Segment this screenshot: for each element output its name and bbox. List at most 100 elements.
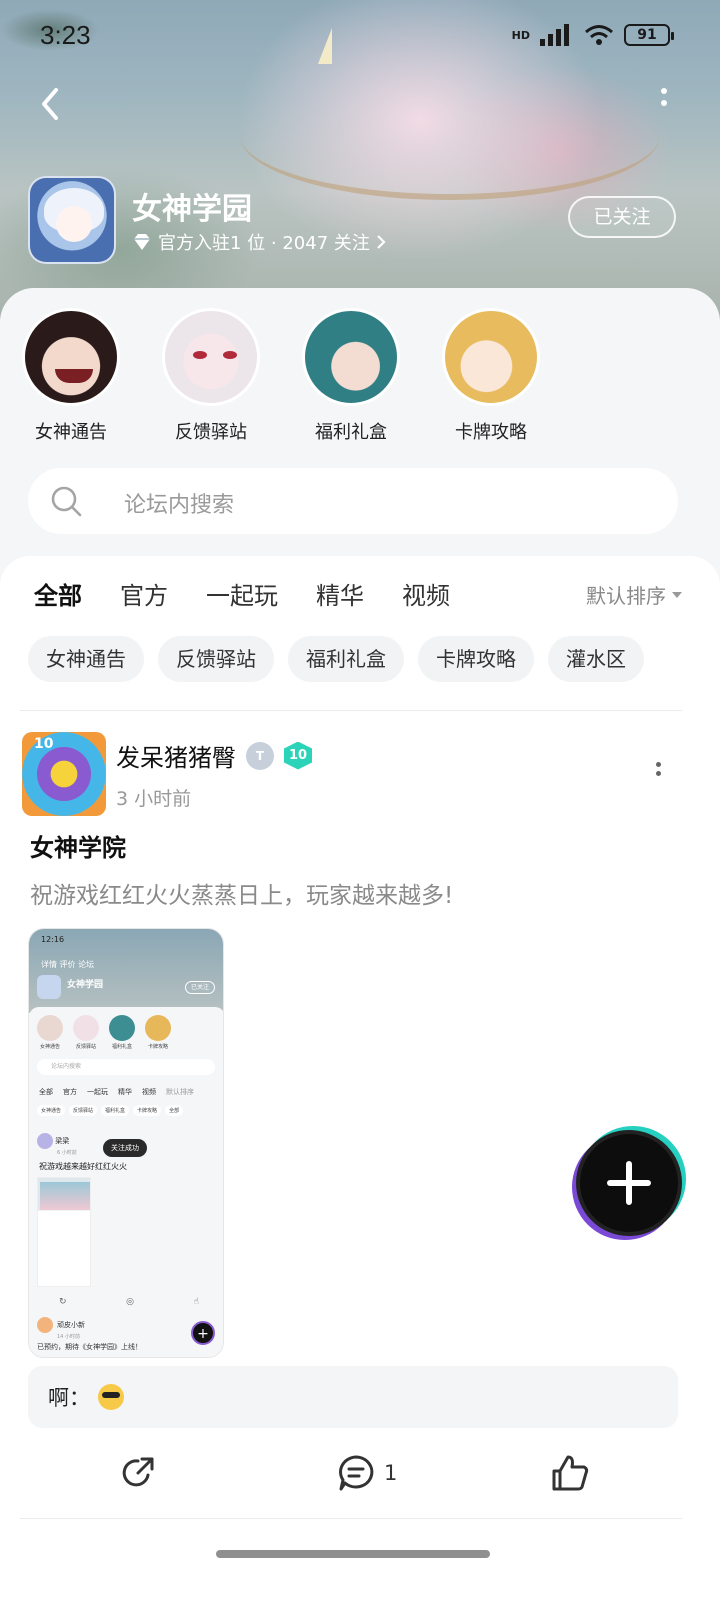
- share-icon: [122, 1457, 154, 1487]
- thumb-chips: 女神通告 反馈驿站 福利礼盒 卡牌攻略 全部: [37, 1105, 184, 1116]
- post-author-name[interactable]: 发呆猪猪臀: [116, 738, 236, 773]
- search-icon: [51, 486, 82, 517]
- category-shortcut-card-guide[interactable]: 卡牌攻略: [436, 308, 546, 444]
- chip-feedback[interactable]: 反馈驿站: [158, 636, 274, 682]
- tab-video[interactable]: 视频: [402, 576, 450, 611]
- divider: [20, 1518, 682, 1519]
- thumb-chip: 反馈驿站: [69, 1105, 98, 1116]
- thumb-tab: 全部: [39, 1088, 53, 1096]
- post-image[interactable]: 12:16 详情 评价 论坛 女神学园 已关注 女神通告 反馈驿站 福利礼盒 卡…: [28, 928, 224, 1358]
- thumb-logo: [37, 975, 61, 999]
- thumb-share-icon: ↻: [59, 1297, 67, 1307]
- thumb-time: 12:16: [41, 935, 65, 944]
- chip-gifts[interactable]: 福利礼盒: [288, 636, 404, 682]
- thumb-inner-image: [37, 1177, 91, 1287]
- status-bar: 3:23 HD 91: [0, 0, 720, 70]
- forum-search-input[interactable]: 论坛内搜索: [28, 468, 678, 534]
- thumb-post-time: 6 小时前: [57, 1150, 77, 1156]
- category-label: 女神通告: [35, 422, 107, 443]
- category-label: 反馈驿站: [175, 422, 247, 443]
- post-author-avatar[interactable]: 10: [22, 732, 106, 816]
- follow-button[interactable]: 已关注: [568, 196, 676, 238]
- forum-title: 女神学园: [132, 192, 252, 227]
- thumb-tab: 默认排序: [166, 1088, 194, 1096]
- thumb-comment-avatar: [37, 1317, 53, 1333]
- thumb-inner-pic: [40, 1182, 90, 1210]
- thumb-post-line: 祝游戏越来越好红红火火: [39, 1162, 127, 1171]
- category-shortcuts: 女神通告 反馈驿站 福利礼盒 卡牌攻略: [0, 308, 720, 448]
- comment-button[interactable]: 1: [336, 1448, 397, 1498]
- more-options-button[interactable]: [654, 88, 674, 128]
- banner-hammock-illustration: [240, 70, 660, 200]
- category-avatar: [162, 308, 260, 406]
- level-badge: 10: [284, 741, 312, 770]
- thumb-comment: 顽皮小新 14 小时前 已预约，期待《女神学园》上线！: [37, 1317, 142, 1352]
- thumb-toast: 关注成功: [103, 1139, 147, 1157]
- thumb-circle-item: 反馈驿站: [73, 1015, 99, 1050]
- thumb-circle-label: 反馈驿站: [75, 1044, 96, 1050]
- post-title[interactable]: 女神学院: [30, 828, 126, 863]
- thumb-like-icon: ☝: [193, 1297, 199, 1307]
- like-button[interactable]: [550, 1448, 590, 1498]
- post-author-row: 发呆猪猪臀 T 10: [116, 738, 312, 773]
- tab-all[interactable]: 全部: [34, 576, 82, 611]
- feed-tabs: 全部 官方 一起玩 精华 视频: [34, 576, 450, 611]
- thumb-comment-text: 已预约，期待《女神学园》上线！: [37, 1343, 142, 1351]
- tab-featured[interactable]: 精华: [316, 576, 364, 611]
- post-body[interactable]: 祝游戏红红火火蒸蒸日上，玩家越来越多!: [30, 876, 453, 910]
- tab-play-together[interactable]: 一起玩: [206, 576, 278, 611]
- thumb-comment-time: 14 小时前: [57, 1334, 80, 1340]
- tab-official[interactable]: 官方: [120, 576, 168, 611]
- dot-icon: [655, 771, 661, 776]
- signal-icon: [540, 24, 569, 46]
- chip-notice[interactable]: 女神通告: [28, 636, 144, 682]
- thumb-comment-icon: ◎: [126, 1297, 134, 1307]
- comment-icon: [339, 1455, 374, 1491]
- forum-meta-link[interactable]: 官方入驻1 位 · 2047 关注: [132, 229, 386, 255]
- chip-chat[interactable]: 灌水区: [548, 636, 644, 682]
- comment-preview[interactable]: 啊：: [28, 1366, 678, 1428]
- category-avatar: [302, 308, 400, 406]
- thumb-follow: 已关注: [185, 981, 215, 994]
- status-icons: HD 91: [512, 24, 674, 46]
- thumb-chip: 全部: [165, 1105, 184, 1116]
- search-placeholder: 论坛内搜索: [124, 493, 235, 518]
- thumb-circle-label: 福利礼盒: [111, 1044, 132, 1050]
- section-chips: 女神通告 反馈驿站 福利礼盒 卡牌攻略 灌水区: [28, 636, 644, 682]
- thumb-tab: 一起玩: [87, 1088, 108, 1096]
- post-timestamp: 3 小时前: [116, 788, 192, 810]
- forum-logo: [28, 176, 116, 264]
- sort-label: 默认排序: [586, 584, 666, 608]
- thumb-circle: [73, 1015, 99, 1041]
- comment-count: 1: [384, 1461, 398, 1485]
- chip-card-guide[interactable]: 卡牌攻略: [418, 636, 534, 682]
- thumb-tabs: 全部 官方 一起玩 精华 视频 默认排序: [39, 1087, 194, 1097]
- thumbs-up-icon: [552, 1455, 589, 1491]
- thumb-circle-label: 女神通告: [39, 1044, 60, 1050]
- share-button[interactable]: [118, 1448, 158, 1498]
- plus-icon: [607, 1161, 651, 1205]
- create-post-button[interactable]: [580, 1134, 678, 1232]
- category-shortcut-gifts[interactable]: 福利礼盒: [296, 308, 406, 444]
- post-feed: 全部 官方 一起玩 精华 视频 默认排序 女神通告 反馈驿站 福利礼盒 卡牌攻略…: [0, 556, 720, 1600]
- thumb-circles: 女神通告 反馈驿站 福利礼盒 卡牌攻略: [37, 1015, 171, 1050]
- thumb-tab: 视频: [142, 1088, 156, 1096]
- category-shortcut-notice[interactable]: 女神通告: [16, 308, 126, 444]
- forum-header-banner: 3:23 HD 91 女神学园 官方入驻1 位 · 2047 关注 已关注: [0, 0, 720, 320]
- category-shortcut-feedback[interactable]: 反馈驿站: [156, 308, 266, 444]
- forum-content-sheet: 女神通告 反馈驿站 福利礼盒 卡牌攻略 论坛内搜索 全部 官方 一起玩 精华 视…: [0, 288, 720, 1600]
- home-indicator[interactable]: [216, 1550, 490, 1558]
- thumb-title: 女神学园: [67, 980, 104, 990]
- thumb-circle: [109, 1015, 135, 1041]
- sort-dropdown[interactable]: 默认排序: [586, 580, 682, 609]
- category-label: 福利礼盒: [315, 422, 387, 443]
- thumb-circle-item: 福利礼盒: [109, 1015, 135, 1050]
- dot-icon: [655, 762, 661, 767]
- comment-preview-text: 啊：: [48, 1382, 124, 1412]
- thumb-post-header: 梁梁 6 小时前: [37, 1133, 77, 1156]
- battery-indicator: 91: [624, 24, 674, 46]
- thumb-circle-item: 卡牌攻略: [145, 1015, 171, 1050]
- verified-badge-icon: T: [246, 741, 274, 770]
- post-more-button[interactable]: [654, 762, 662, 786]
- back-button[interactable]: [32, 84, 72, 124]
